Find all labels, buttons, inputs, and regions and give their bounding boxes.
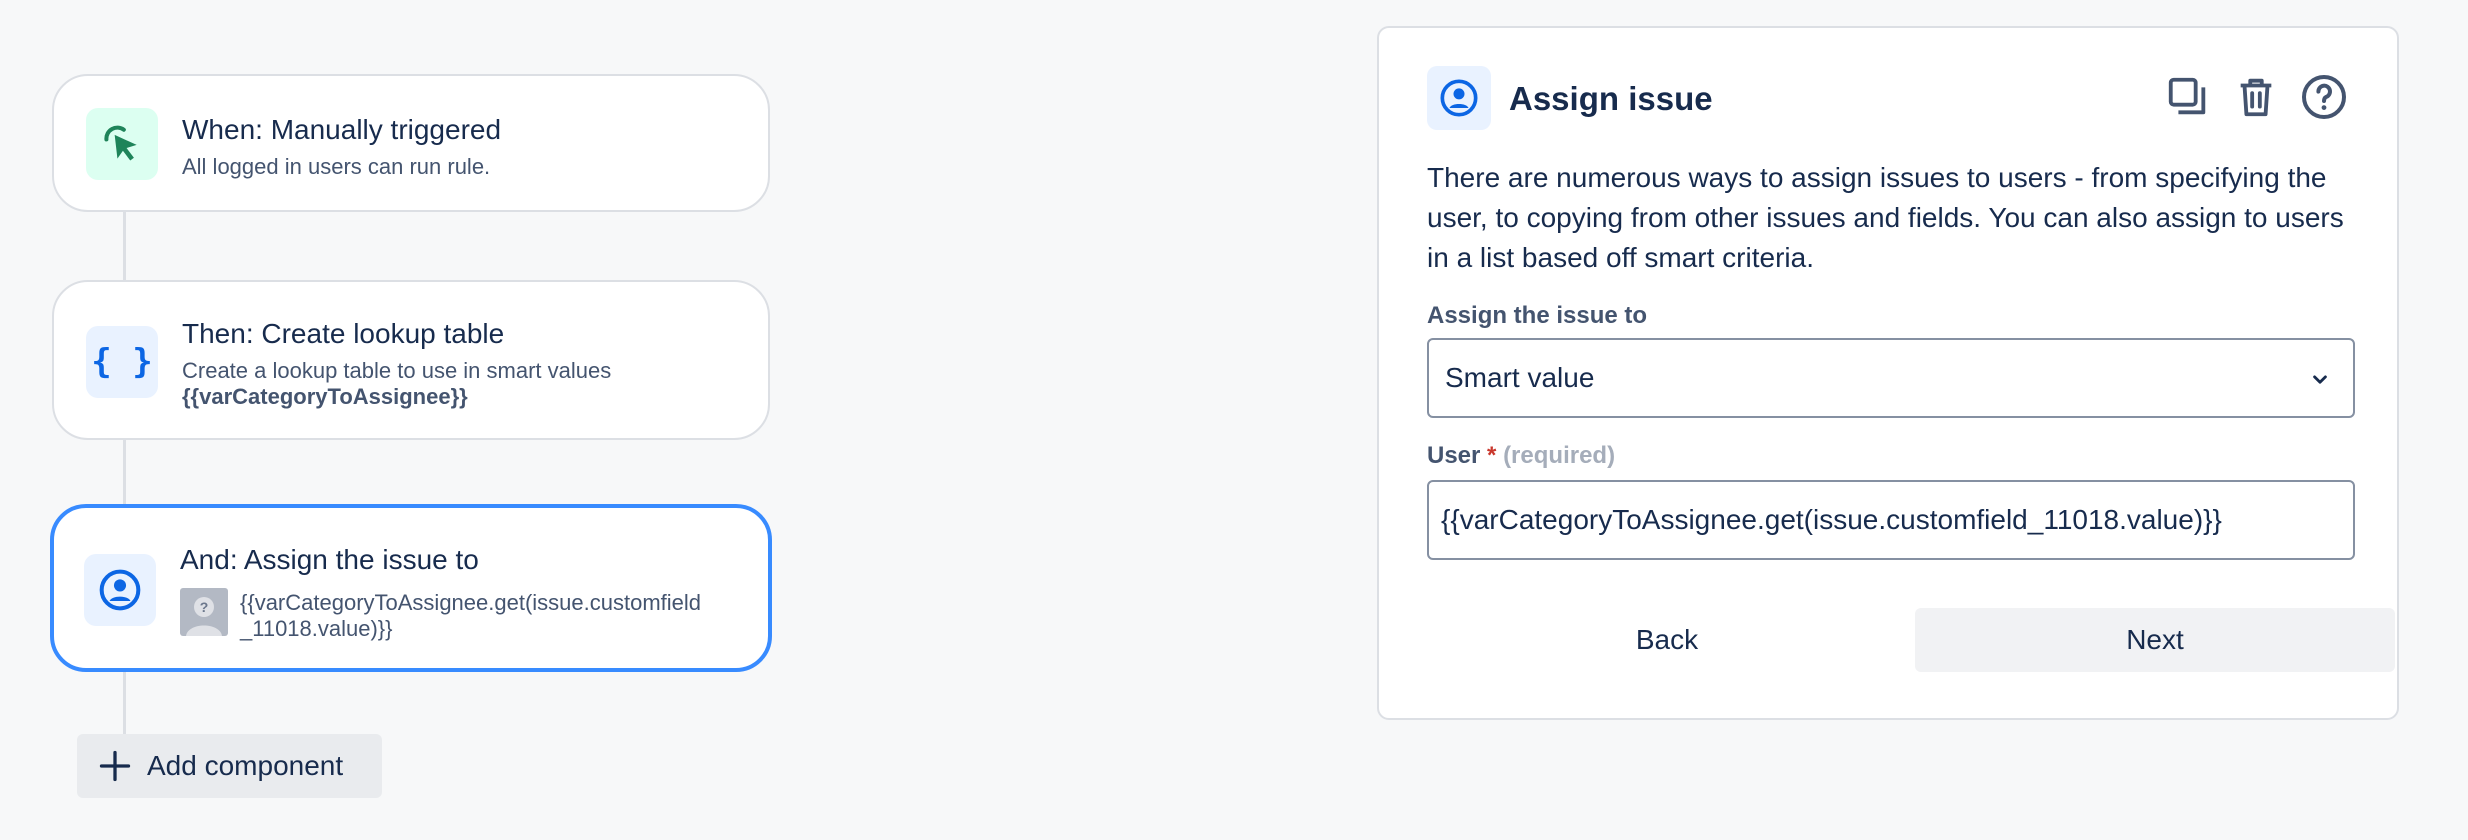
plus-icon [99, 750, 131, 782]
panel-title: Assign issue [1509, 80, 1713, 117]
chevron-down-icon [2313, 375, 2327, 384]
trash-icon [2240, 78, 2272, 117]
rule-editor: When: Manually triggered All logged in u… [0, 0, 2468, 840]
assign-value-line-1: {{varCategoryToAssignee.get(issue.custom… [240, 590, 702, 615]
braces-icon: { } [91, 342, 153, 382]
user-field-label: User * (required) [1427, 442, 1616, 469]
user-circle-icon [99, 569, 141, 611]
panel-icon-tile [1427, 66, 1491, 130]
assign-to-label: Assign the issue to [1427, 302, 1648, 329]
lookup-icon-tile: { } [86, 326, 158, 398]
assign-icon-tile [84, 554, 156, 626]
help-icon [2302, 75, 2346, 119]
user-circle-icon [1440, 79, 1478, 117]
trigger-card[interactable]: When: Manually triggered All logged in u… [52, 74, 770, 212]
trigger-icon-tile [86, 108, 158, 180]
svg-text:?: ? [200, 599, 209, 615]
assign-to-select[interactable]: Smart value [1427, 338, 2355, 418]
panel-toolbar [2161, 70, 2351, 124]
required-hint: (required) [1503, 442, 1616, 469]
duplicate-icon [2168, 77, 2206, 115]
delete-button[interactable] [2229, 70, 2283, 124]
assign-issue-card[interactable]: And: Assign the issue to ? {{varCategory… [50, 504, 772, 672]
trigger-description: All logged in users can run rule. [182, 154, 491, 179]
trigger-title: When: Manually triggered [182, 114, 502, 145]
flow-connector [123, 440, 126, 506]
lookup-title: Then: Create lookup table [182, 318, 505, 349]
lookup-table-card[interactable]: { } Then: Create lookup table Create a l… [52, 280, 770, 440]
cursor-click-icon [104, 125, 137, 161]
back-button[interactable]: Back [1427, 608, 1907, 672]
duplicate-button[interactable] [2161, 70, 2215, 124]
assign-to-value: Smart value [1445, 362, 1595, 393]
panel-description: There are numerous ways to assign issues… [1427, 162, 2344, 273]
lookup-variable: {{varCategoryToAssignee}} [182, 384, 468, 409]
lookup-description: Create a lookup table to use in smart va… [182, 358, 612, 383]
required-marker: * [1487, 442, 1497, 469]
assign-issue-panel: Assign issue There are numerous ways to … [1377, 26, 2399, 720]
flow-connector [123, 212, 126, 280]
add-component-label: Add component [147, 750, 344, 781]
assign-value-line-2: _11018.value)}} [240, 616, 393, 641]
next-button[interactable]: Next [1915, 608, 2395, 672]
unknown-user-avatar: ? [180, 588, 228, 636]
add-component-button[interactable]: Add component [77, 734, 382, 798]
help-button[interactable] [2297, 70, 2351, 124]
user-input[interactable] [1427, 480, 2355, 560]
flow-connector [123, 670, 126, 736]
assign-title: And: Assign the issue to [180, 544, 479, 575]
